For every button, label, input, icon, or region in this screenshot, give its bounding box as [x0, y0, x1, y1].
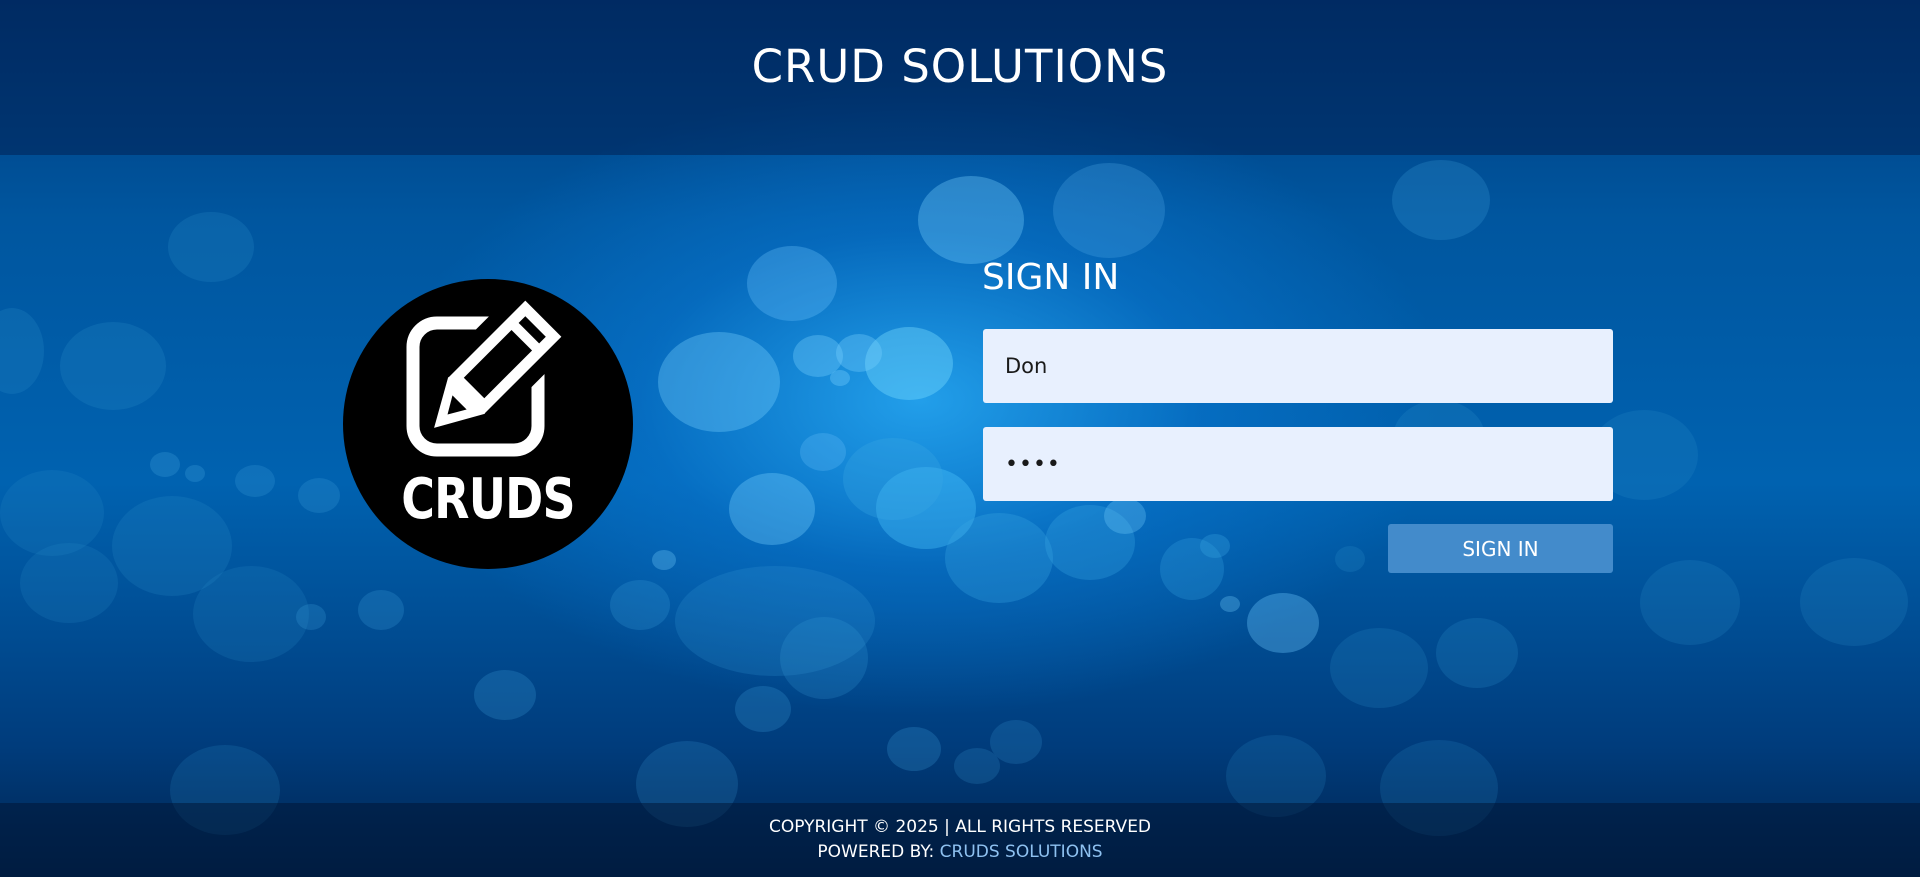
site-title: CRUD SOLUTIONS	[751, 40, 1169, 93]
login-page: CRUD SOLUTIONS CRUDS SIGN IN SIGN IN COP…	[0, 0, 1920, 877]
powered-by-line: POWERED BY: CRUDS SOLUTIONS	[0, 840, 1920, 865]
copyright-text: COPYRIGHT © 2025 | ALL RIGHTS RESERVED	[768, 817, 1152, 837]
signin-heading: SIGN IN	[982, 257, 1120, 298]
logo-text: CRUDS	[401, 467, 575, 532]
password-input[interactable]	[983, 427, 1613, 501]
powered-by-link[interactable]: CRUDS SOLUTIONS	[940, 842, 1103, 862]
cruds-logo: CRUDS	[343, 279, 633, 569]
powered-by-label: POWERED BY:	[817, 842, 935, 862]
signin-button[interactable]: SIGN IN	[1388, 524, 1613, 573]
username-input[interactable]	[983, 329, 1613, 403]
site-footer: COPYRIGHT © 2025 | ALL RIGHTS RESERVED P…	[0, 803, 1920, 877]
site-header: CRUD SOLUTIONS	[0, 0, 1920, 155]
